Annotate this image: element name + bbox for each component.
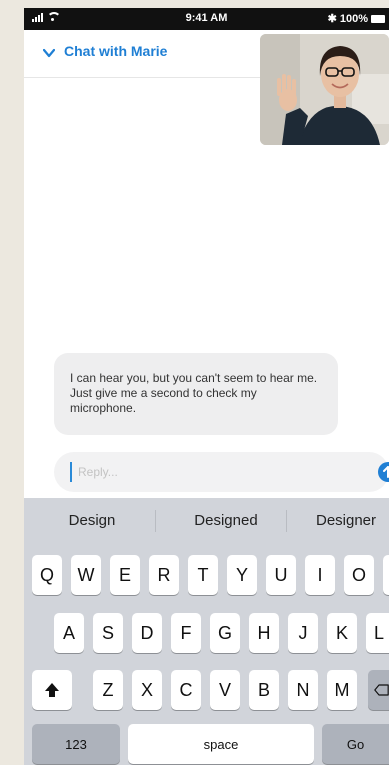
status-right: ✱ 100% — [328, 12, 385, 25]
key-e[interactable]: E — [110, 555, 140, 595]
text-cursor — [70, 462, 72, 482]
key-z[interactable]: Z — [93, 670, 123, 710]
send-button[interactable] — [378, 462, 389, 482]
key-b[interactable]: B — [249, 670, 279, 710]
suggestion-bar: Design Designed Designer — [24, 498, 389, 544]
key-w[interactable]: W — [71, 555, 101, 595]
key-h[interactable]: H — [249, 613, 279, 653]
delete-key[interactable] — [368, 670, 389, 710]
battery-icon — [371, 14, 385, 23]
suggestion-divider — [155, 510, 156, 532]
shift-icon — [45, 683, 59, 697]
video-preview[interactable] — [260, 34, 389, 145]
key-k[interactable]: K — [327, 613, 357, 653]
key-x[interactable]: X — [132, 670, 162, 710]
reply-placeholder: Reply... — [78, 465, 118, 479]
message-text: I can hear you, but you can't seem to he… — [70, 371, 318, 415]
key-l[interactable]: L — [366, 613, 389, 653]
incoming-message: I can hear you, but you can't seem to he… — [54, 353, 338, 435]
key-r[interactable]: R — [149, 555, 179, 595]
key-o[interactable]: O — [344, 555, 374, 595]
key-m[interactable]: M — [327, 670, 357, 710]
bluetooth-icon: ✱ — [327, 13, 337, 25]
space-key[interactable]: space — [128, 724, 314, 764]
key-v[interactable]: V — [210, 670, 240, 710]
suggestion-1[interactable]: Design — [42, 512, 142, 529]
key-c[interactable]: C — [171, 670, 201, 710]
key-t[interactable]: T — [188, 555, 218, 595]
chat-title[interactable]: Chat with Marie — [64, 43, 167, 59]
suggestion-3[interactable]: Designer — [296, 512, 389, 529]
keyboard: Design Designed Designer Q W E R T Y U I… — [24, 498, 389, 765]
phone-screen: 9:41 AM ✱ 100% Chat with Marie I can hea… — [24, 8, 389, 765]
key-u[interactable]: U — [266, 555, 296, 595]
key-p[interactable]: P — [383, 555, 389, 595]
reply-input[interactable]: Reply... — [54, 452, 389, 492]
shift-key[interactable] — [32, 670, 72, 710]
key-j[interactable]: J — [288, 613, 318, 653]
status-bar: 9:41 AM ✱ 100% — [24, 8, 389, 30]
key-d[interactable]: D — [132, 613, 162, 653]
key-y[interactable]: Y — [227, 555, 257, 595]
key-a[interactable]: A — [54, 613, 84, 653]
suggestion-divider — [286, 510, 287, 532]
key-s[interactable]: S — [93, 613, 123, 653]
key-g[interactable]: G — [210, 613, 240, 653]
key-q[interactable]: Q — [32, 555, 62, 595]
numbers-key[interactable]: 123 — [32, 724, 120, 764]
battery-percent: 100% — [339, 12, 368, 25]
backspace-icon — [374, 684, 389, 696]
chevron-down-icon[interactable] — [43, 48, 55, 58]
go-key[interactable]: Go — [322, 724, 389, 764]
key-n[interactable]: N — [288, 670, 318, 710]
key-i[interactable]: I — [305, 555, 335, 595]
key-f[interactable]: F — [171, 613, 201, 653]
person-video-icon — [260, 34, 389, 145]
arrow-up-icon — [383, 466, 389, 478]
suggestion-2[interactable]: Designed — [166, 512, 286, 529]
